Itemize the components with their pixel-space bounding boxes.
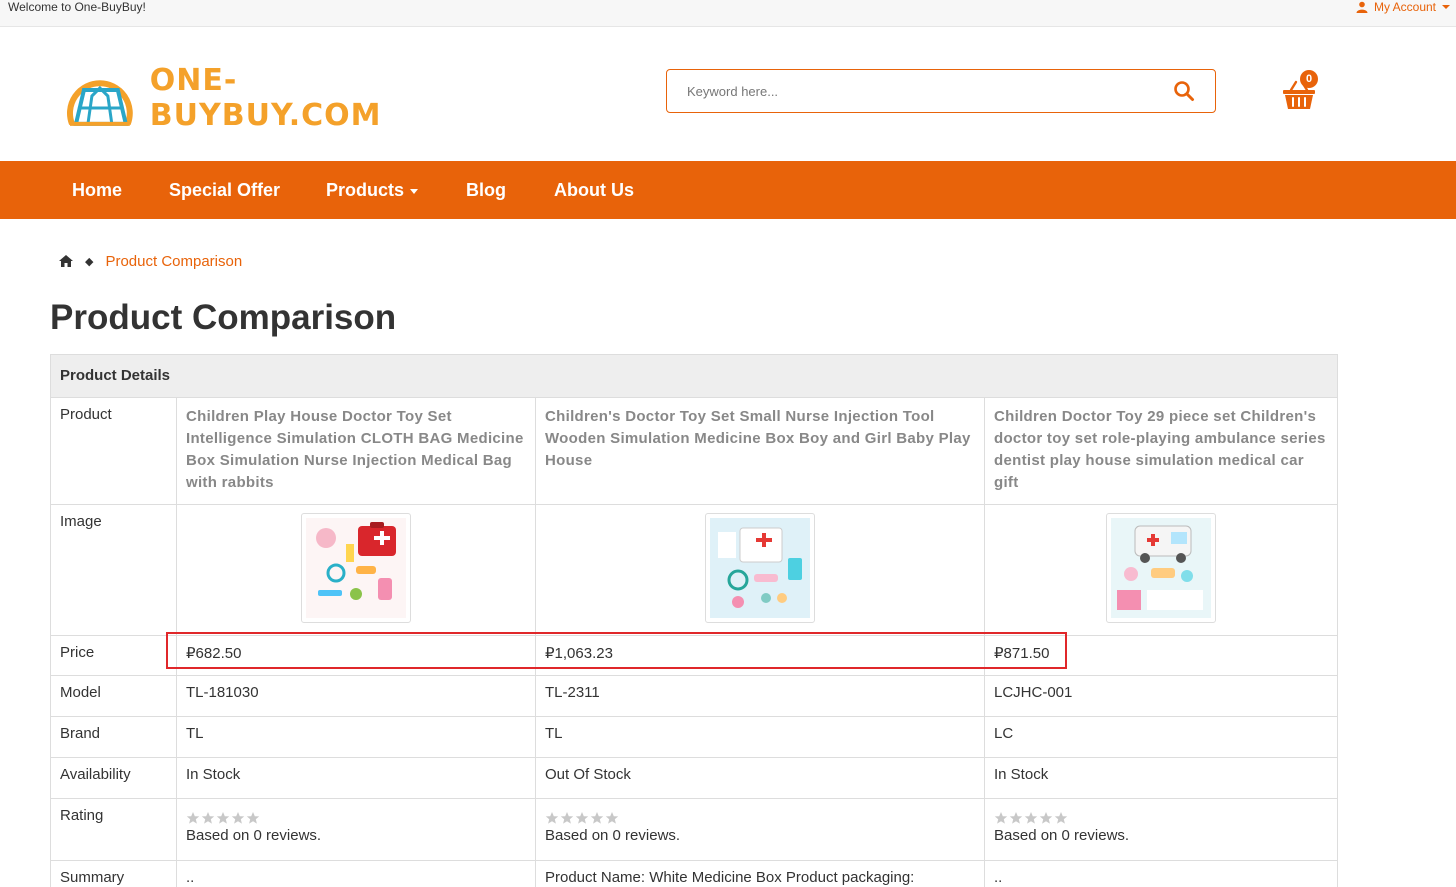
label-product: Product bbox=[50, 397, 177, 505]
breadcrumb-current[interactable]: Product Comparison bbox=[105, 253, 242, 270]
star-icon bbox=[545, 812, 559, 824]
page-title: Product Comparison bbox=[50, 298, 397, 337]
nav-blog[interactable]: Blog bbox=[466, 161, 506, 219]
nav-products[interactable]: Products bbox=[326, 161, 419, 219]
product-image[interactable] bbox=[1106, 513, 1217, 623]
nav-about-us[interactable]: About Us bbox=[554, 161, 634, 219]
row-brand: Brand TL TL LC bbox=[50, 716, 1339, 758]
user-icon bbox=[1356, 1, 1368, 13]
star-icon bbox=[1009, 812, 1023, 824]
row-model: Model TL-181030 TL-2311 LCJHC-001 bbox=[50, 675, 1339, 717]
availability-value: In Stock bbox=[176, 757, 536, 799]
breadcrumb: ◆ Product Comparison bbox=[59, 251, 242, 271]
cart-button[interactable]: 0 bbox=[1282, 70, 1324, 112]
price-value: ₽682.50 bbox=[176, 635, 536, 676]
reviews-count: Based on 0 reviews. bbox=[994, 827, 1130, 844]
summary-value: .. bbox=[983, 860, 1339, 887]
star-icon bbox=[1054, 812, 1068, 824]
doctor-bag-toy-image bbox=[306, 518, 406, 618]
product-name-link[interactable]: Children's Doctor Toy Set Small Nurse In… bbox=[545, 406, 975, 472]
site-logo[interactable]: ONE-BUYBUY.COM bbox=[64, 63, 468, 133]
product-name-link[interactable]: Children Play House Doctor Toy Set Intel… bbox=[186, 406, 526, 494]
main-navbar: Home Special Offer Products Blog About U… bbox=[0, 161, 1456, 219]
comparison-table: Product Details Product Children Play Ho… bbox=[49, 354, 1339, 887]
star-icon bbox=[1024, 812, 1038, 824]
top-bar: Welcome to One-BuyBuy! My Account bbox=[0, 0, 1456, 27]
label-price: Price bbox=[50, 635, 177, 676]
label-availability: Availability bbox=[50, 757, 177, 799]
product-image[interactable] bbox=[301, 513, 411, 623]
product-image[interactable] bbox=[705, 513, 815, 623]
chevron-down-icon bbox=[1442, 5, 1450, 9]
search-input[interactable] bbox=[687, 80, 1157, 102]
label-model: Model bbox=[50, 675, 177, 717]
shopping-bag-logo-icon bbox=[67, 80, 133, 126]
row-product: Product Children Play House Doctor Toy S… bbox=[50, 397, 1339, 505]
medicine-box-toy-image bbox=[710, 518, 810, 618]
home-icon[interactable] bbox=[59, 255, 73, 267]
availability-value: In Stock bbox=[983, 757, 1339, 799]
star-icon bbox=[201, 812, 215, 824]
summary-value: .. bbox=[176, 860, 536, 887]
brand-value: TL bbox=[176, 716, 536, 758]
star-icon bbox=[186, 812, 200, 824]
star-icon bbox=[246, 812, 260, 824]
price-value: ₽871.50 bbox=[983, 635, 1339, 676]
my-account-menu[interactable]: My Account bbox=[1356, 0, 1450, 14]
search-button[interactable] bbox=[1173, 80, 1195, 102]
table-header: Product Details bbox=[49, 354, 1339, 398]
search-icon bbox=[1174, 81, 1194, 101]
search-box bbox=[666, 69, 1216, 113]
model-value: TL-2311 bbox=[535, 675, 985, 717]
rating-stars bbox=[545, 811, 975, 825]
summary-value: Product Name: White Medicine Box Product… bbox=[535, 860, 985, 887]
logo-text: ONE-BUYBUY.COM bbox=[149, 63, 382, 133]
my-account-label: My Account bbox=[1373, 0, 1436, 14]
rating-stars bbox=[994, 811, 1328, 825]
brand-value: TL bbox=[535, 716, 985, 758]
reviews-count: Based on 0 reviews. bbox=[545, 827, 681, 844]
star-icon bbox=[575, 812, 589, 824]
label-brand: Brand bbox=[50, 716, 177, 758]
nav-special-offer[interactable]: Special Offer bbox=[169, 161, 280, 219]
reviews-count: Based on 0 reviews. bbox=[186, 827, 322, 844]
breadcrumb-separator-icon: ◆ bbox=[85, 255, 94, 268]
star-icon bbox=[994, 812, 1008, 824]
row-image: Image bbox=[50, 504, 1339, 636]
row-summary: Summary .. Product Name: White Medicine … bbox=[50, 860, 1339, 887]
chevron-down-icon bbox=[410, 188, 419, 194]
cart-count-badge: 0 bbox=[1300, 70, 1318, 88]
welcome-text: Welcome to One-BuyBuy! bbox=[8, 0, 146, 14]
star-icon bbox=[560, 812, 574, 824]
star-icon bbox=[605, 812, 619, 824]
ambulance-toy-image bbox=[1111, 518, 1212, 618]
brand-value: LC bbox=[983, 716, 1339, 758]
nav-home[interactable]: Home bbox=[72, 161, 122, 219]
model-value: TL-181030 bbox=[176, 675, 536, 717]
row-rating: Rating Based on 0 reviews. Based on 0 re… bbox=[50, 798, 1339, 861]
model-value: LCJHC-001 bbox=[983, 675, 1339, 717]
table-header-row: Product Details bbox=[49, 354, 1339, 398]
row-availability: Availability In Stock Out Of Stock In St… bbox=[50, 757, 1339, 799]
label-summary: Summary bbox=[50, 860, 177, 887]
label-rating: Rating bbox=[50, 798, 177, 861]
rating-stars bbox=[186, 811, 526, 825]
availability-value: Out Of Stock bbox=[535, 757, 985, 799]
star-icon bbox=[590, 812, 604, 824]
row-price: Price ₽682.50 ₽1,063.23 ₽871.50 bbox=[50, 635, 1339, 676]
label-image: Image bbox=[50, 504, 177, 636]
nav-products-label: Products bbox=[326, 180, 405, 200]
price-value: ₽1,063.23 bbox=[535, 635, 985, 676]
star-icon bbox=[216, 812, 230, 824]
star-icon bbox=[1039, 812, 1053, 824]
product-name-link[interactable]: Children Doctor Toy 29 piece set Childre… bbox=[994, 406, 1328, 494]
star-icon bbox=[231, 812, 245, 824]
